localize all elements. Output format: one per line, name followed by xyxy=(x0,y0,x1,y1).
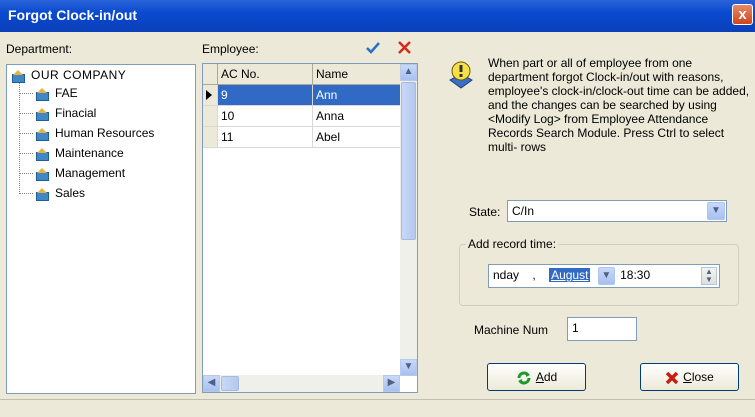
close-window-button[interactable]: x xyxy=(732,4,753,25)
department-tree: OUR COMPANY FAE Finacial Human Resources… xyxy=(6,64,196,394)
lightbulb-icon xyxy=(449,61,473,89)
table-row-ac[interactable]: 10 xyxy=(218,106,313,127)
department-icon xyxy=(35,167,49,181)
tree-item-maintenance[interactable]: Maintenance xyxy=(35,144,124,162)
record-time-group: Add record time: nday , August ▼ 18:30 ▲… xyxy=(459,237,739,306)
month-field[interactable]: August xyxy=(549,268,591,282)
machine-label: Machine Num xyxy=(474,323,549,337)
status-bar xyxy=(0,399,755,417)
column-header-ac[interactable]: AC No. xyxy=(218,64,313,85)
machine-num-input[interactable]: 1 xyxy=(567,317,637,341)
row-indicator xyxy=(203,127,218,148)
company-icon xyxy=(11,69,25,83)
table-row-ac[interactable]: 9 xyxy=(218,85,313,106)
table-row-name[interactable]: Ann xyxy=(313,85,401,106)
vertical-scrollbar[interactable]: ▲ ▼ xyxy=(400,64,417,376)
month-dropdown-icon[interactable]: ▼ xyxy=(597,266,615,285)
close-button[interactable]: Close xyxy=(640,363,739,391)
chevron-down-icon[interactable]: ▼ xyxy=(707,202,725,220)
department-icon xyxy=(35,127,49,141)
title-bar: Forgot Clock-in/out x xyxy=(0,0,755,32)
employee-label: Employee: xyxy=(202,42,259,56)
horizontal-scrollbar[interactable]: ◀ ▶ xyxy=(203,375,400,392)
refresh-icon xyxy=(517,371,531,385)
tree-item-fae[interactable]: FAE xyxy=(35,84,78,102)
date-separator: , xyxy=(532,268,536,282)
tree-item-management[interactable]: Management xyxy=(35,164,125,182)
department-icon xyxy=(35,87,49,101)
row-indicator-header xyxy=(203,64,218,85)
table-row-name[interactable]: Anna xyxy=(313,106,401,127)
department-icon xyxy=(35,187,49,201)
scroll-up-icon[interactable]: ▲ xyxy=(400,64,417,81)
current-row-icon xyxy=(206,90,212,100)
record-time-picker[interactable]: nday , August ▼ 18:30 ▲ ▼ xyxy=(488,264,720,288)
tree-item-sales[interactable]: Sales xyxy=(35,184,85,202)
state-select[interactable]: C/In ▼ xyxy=(507,200,727,222)
state-value: C/In xyxy=(512,204,535,218)
scroll-thumb[interactable] xyxy=(401,82,416,240)
close-icon xyxy=(665,371,679,385)
tree-root[interactable]: OUR COMPANY xyxy=(11,66,126,84)
time-field[interactable]: 18:30 xyxy=(620,268,650,282)
scroll-right-icon[interactable]: ▶ xyxy=(383,375,400,392)
day-field[interactable]: nday xyxy=(493,268,519,282)
employee-grid: AC No. Name 9 Ann 10 Anna 11 Abel ▲ ▼ ◀ … xyxy=(202,63,418,393)
row-pointer xyxy=(203,85,218,106)
column-header-name[interactable]: Name xyxy=(313,64,401,85)
scroll-down-icon[interactable]: ▼ xyxy=(400,359,417,376)
window-title: Forgot Clock-in/out xyxy=(8,7,138,23)
department-icon xyxy=(35,147,49,161)
cross-icon[interactable] xyxy=(398,41,411,54)
row-indicator xyxy=(203,106,218,127)
tree-item-finacial[interactable]: Finacial xyxy=(35,104,96,122)
check-icon[interactable] xyxy=(366,41,380,55)
scroll-left-icon[interactable]: ◀ xyxy=(203,375,220,392)
tree-item-human-resources[interactable]: Human Resources xyxy=(35,124,154,142)
state-label: State: xyxy=(469,205,501,219)
help-text: When part or all of employee from one de… xyxy=(488,56,750,154)
department-label: Department: xyxy=(6,42,73,56)
record-time-label: Add record time: xyxy=(466,237,559,251)
department-icon xyxy=(35,107,49,121)
time-spinner-icon[interactable]: ▲ ▼ xyxy=(701,267,717,285)
table-row-ac[interactable]: 11 xyxy=(218,127,313,148)
table-row-name[interactable]: Abel xyxy=(313,127,401,148)
add-button[interactable]: Add xyxy=(487,363,586,391)
scroll-h-thumb[interactable] xyxy=(221,376,239,391)
forgot-clock-window: Forgot Clock-in/out x Department: OUR CO… xyxy=(0,0,755,417)
